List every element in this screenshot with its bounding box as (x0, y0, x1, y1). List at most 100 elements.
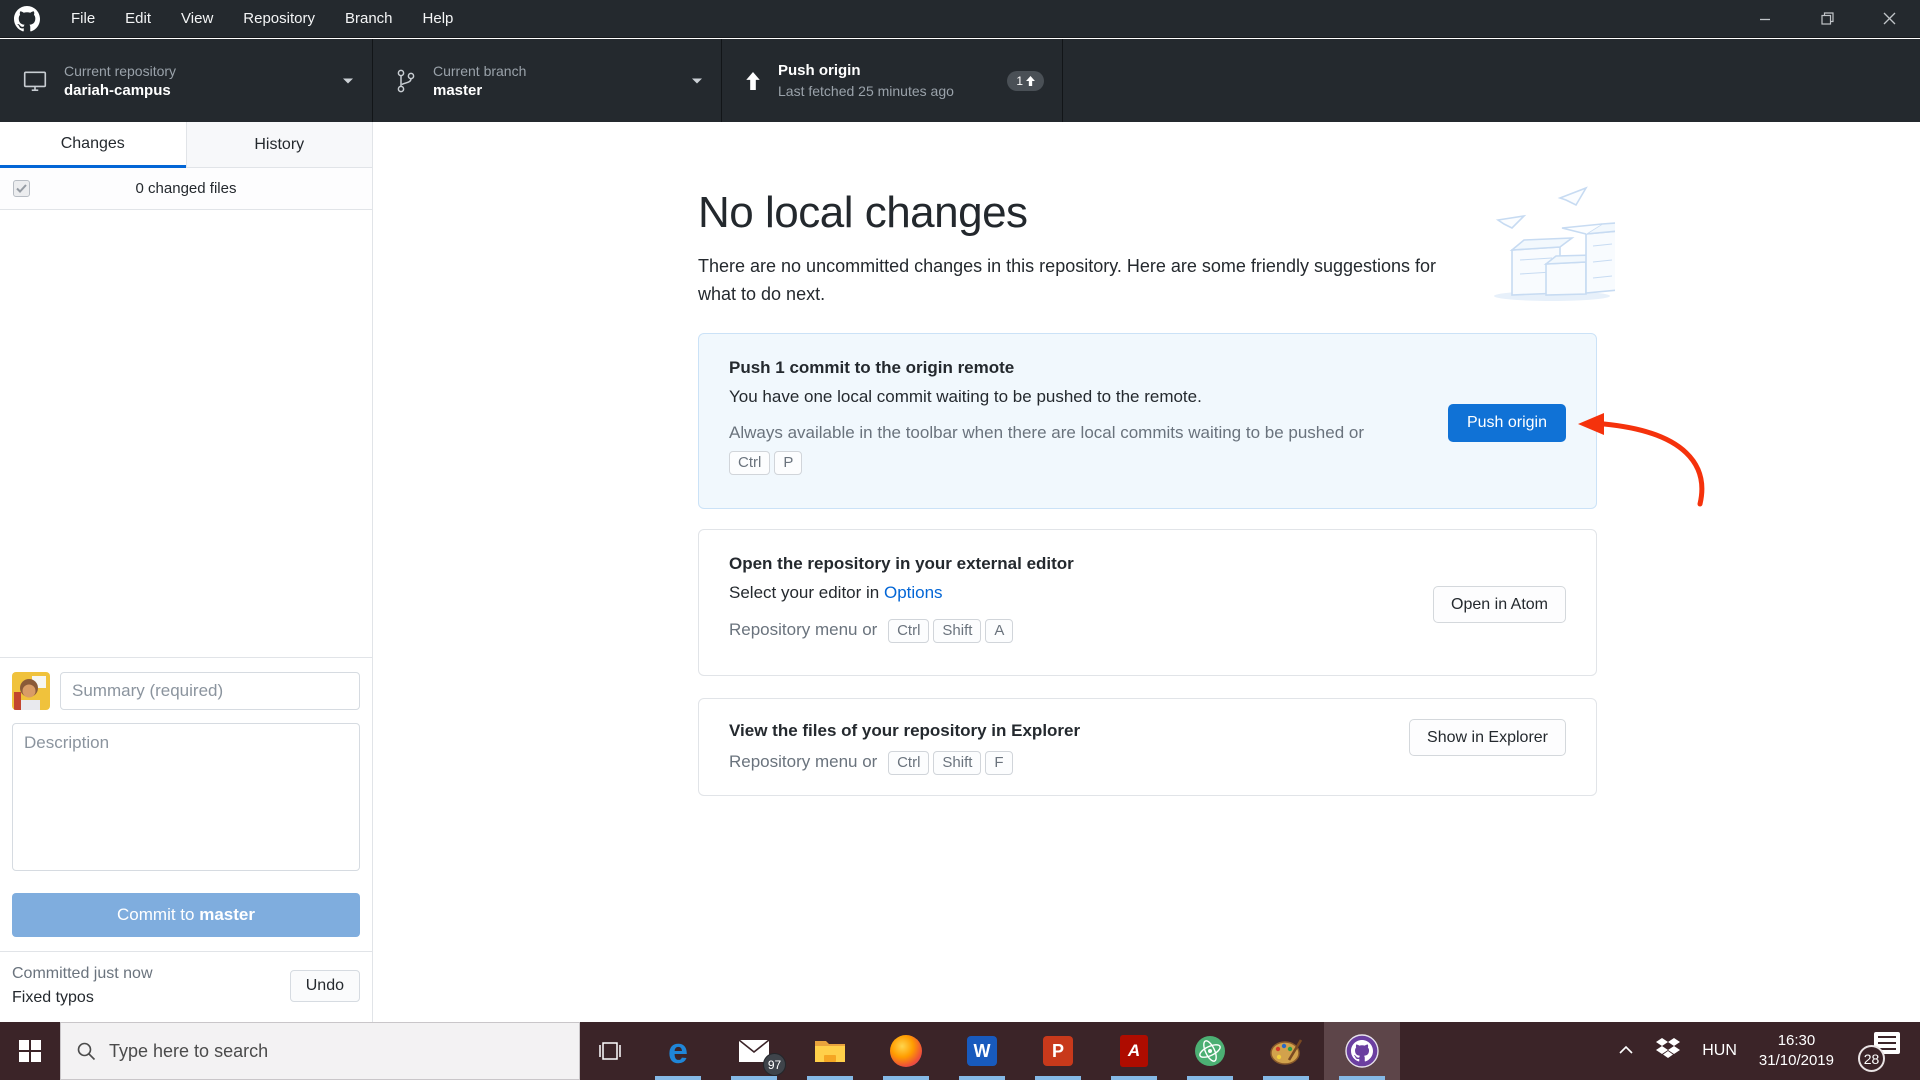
menu-view[interactable]: View (166, 0, 228, 38)
tray-chevron-up-icon[interactable] (1618, 1042, 1634, 1060)
key-f: F (985, 751, 1012, 775)
current-branch-dropdown[interactable]: Current branch master (373, 39, 722, 122)
task-view-button[interactable] (580, 1022, 640, 1080)
push-card-shortcut: CtrlP (729, 451, 1566, 475)
last-commit-message: Fixed typos (12, 986, 153, 1010)
restore-button[interactable] (1796, 0, 1858, 38)
show-in-explorer-button[interactable]: Show in Explorer (1409, 719, 1566, 756)
key-shift: Shift (933, 619, 981, 643)
action-center-button[interactable]: 28 (1856, 1028, 1902, 1074)
sidebar: Changes History 0 changed files Commit t… (0, 122, 373, 1022)
key-a: A (985, 619, 1013, 643)
git-branch-icon (395, 68, 417, 94)
taskbar-firefox-icon[interactable] (868, 1022, 944, 1080)
windows-taskbar: Type here to search e 97 W P (0, 1022, 1920, 1080)
taskbar-github-desktop-icon[interactable] (1324, 1022, 1400, 1080)
push-count-badge: 1 (1007, 71, 1044, 91)
tray-language-indicator[interactable]: HUN (1702, 1042, 1737, 1060)
paper-boxes-illustration (1490, 186, 1615, 309)
undo-button[interactable]: Undo (290, 970, 360, 1002)
system-tray: HUN 16:30 31/10/2019 28 (1618, 1022, 1920, 1080)
key-p: P (774, 451, 802, 475)
last-commit-bar: Committed just now Fixed typos Undo (0, 951, 372, 1022)
arrow-up-icon (744, 70, 762, 92)
current-repository-value: dariah-campus (64, 81, 176, 101)
mail-unread-badge: 97 (763, 1053, 786, 1076)
main-content: No local changes There are no uncommitte… (374, 122, 1920, 1022)
push-origin-title: Push origin (778, 61, 954, 81)
explorer-suggestion-card: View the files of your repository in Exp… (698, 698, 1597, 796)
current-branch-label: Current branch (433, 61, 526, 81)
monitor-icon (22, 68, 48, 94)
tab-history[interactable]: History (186, 122, 373, 168)
page-title: No local changes (698, 188, 1028, 238)
menu-bar: File Edit View Repository Branch Help (0, 0, 1920, 38)
taskbar-mail-icon[interactable]: 97 (716, 1022, 792, 1080)
editor-card-hint: Repository menu or CtrlShiftA (729, 619, 1429, 643)
page-subtitle: There are no uncommitted changes in this… (698, 252, 1458, 308)
commit-to-master-button[interactable]: Commit to master (12, 893, 360, 937)
tray-dropbox-icon[interactable] (1656, 1038, 1680, 1065)
changes-list-empty (0, 210, 372, 657)
taskbar-atom-icon[interactable] (1172, 1022, 1248, 1080)
push-count: 1 (1016, 74, 1023, 88)
push-origin-subtitle: Last fetched 25 minutes ago (778, 81, 954, 101)
explorer-card-hint: Repository menu or CtrlShiftF (729, 751, 1429, 775)
window-controls (1734, 0, 1920, 38)
editor-card-title: Open the repository in your external edi… (729, 554, 1566, 574)
current-repository-dropdown[interactable]: Current repository dariah-campus (0, 39, 373, 122)
changed-files-row: 0 changed files (0, 168, 372, 210)
arrow-up-icon (1026, 76, 1035, 86)
minimize-button[interactable] (1734, 0, 1796, 38)
changed-files-count: 0 changed files (136, 180, 237, 197)
select-all-checkbox[interactable] (13, 180, 30, 197)
search-placeholder: Type here to search (109, 1041, 268, 1062)
current-repository-label: Current repository (64, 61, 176, 81)
push-suggestion-card: Push 1 commit to the origin remote You h… (698, 333, 1597, 509)
github-logo-icon (14, 6, 40, 32)
taskbar-powerpoint-icon[interactable]: P (1020, 1022, 1096, 1080)
taskbar-file-explorer-icon[interactable] (792, 1022, 868, 1080)
push-origin-toolbar-button[interactable]: Push origin Last fetched 25 minutes ago … (722, 39, 1063, 122)
commit-form: Commit to master (0, 657, 372, 937)
current-branch-value: master (433, 81, 526, 101)
tray-clock[interactable]: 16:30 31/10/2019 (1759, 1031, 1834, 1071)
taskbar-adobe-reader-icon[interactable]: A (1096, 1022, 1172, 1080)
committed-status: Committed just now (12, 962, 153, 986)
taskbar-edge-icon[interactable]: e (640, 1022, 716, 1080)
description-input[interactable] (12, 723, 360, 871)
search-icon (76, 1041, 96, 1061)
tray-date: 31/10/2019 (1759, 1051, 1834, 1071)
sidebar-tabs: Changes History (0, 122, 372, 168)
key-ctrl: Ctrl (729, 451, 770, 475)
key-ctrl: Ctrl (888, 751, 929, 775)
github-desktop-window: File Edit View Repository Branch Help Cu… (0, 0, 1920, 1080)
start-button[interactable] (0, 1022, 60, 1080)
summary-input[interactable] (60, 672, 360, 710)
tab-changes[interactable]: Changes (0, 122, 186, 168)
notification-count-badge: 28 (1858, 1045, 1885, 1072)
taskbar-search-input[interactable]: Type here to search (60, 1022, 580, 1080)
close-button[interactable] (1858, 0, 1920, 38)
toolbar: Current repository dariah-campus Current… (0, 39, 1920, 122)
push-card-body: You have one local commit waiting to be … (729, 387, 1566, 407)
push-card-hint: Always available in the toolbar when the… (729, 423, 1429, 443)
options-link[interactable]: Options (884, 583, 943, 602)
key-ctrl: Ctrl (888, 619, 929, 643)
open-in-atom-button[interactable]: Open in Atom (1433, 586, 1566, 623)
taskbar-word-icon[interactable]: W (944, 1022, 1020, 1080)
chevron-down-icon (342, 77, 354, 85)
menu-branch[interactable]: Branch (330, 0, 408, 38)
chevron-down-icon (691, 77, 703, 85)
menu-help[interactable]: Help (408, 0, 469, 38)
avatar (12, 672, 50, 710)
menu-file[interactable]: File (56, 0, 110, 38)
menu-repository[interactable]: Repository (228, 0, 330, 38)
push-origin-button[interactable]: Push origin (1448, 404, 1566, 442)
taskbar-paint-palette-icon[interactable] (1248, 1022, 1324, 1080)
editor-suggestion-card: Open the repository in your external edi… (698, 529, 1597, 676)
tray-time: 16:30 (1759, 1031, 1834, 1051)
push-card-title: Push 1 commit to the origin remote (729, 358, 1566, 378)
menu-edit[interactable]: Edit (110, 0, 166, 38)
key-shift: Shift (933, 751, 981, 775)
